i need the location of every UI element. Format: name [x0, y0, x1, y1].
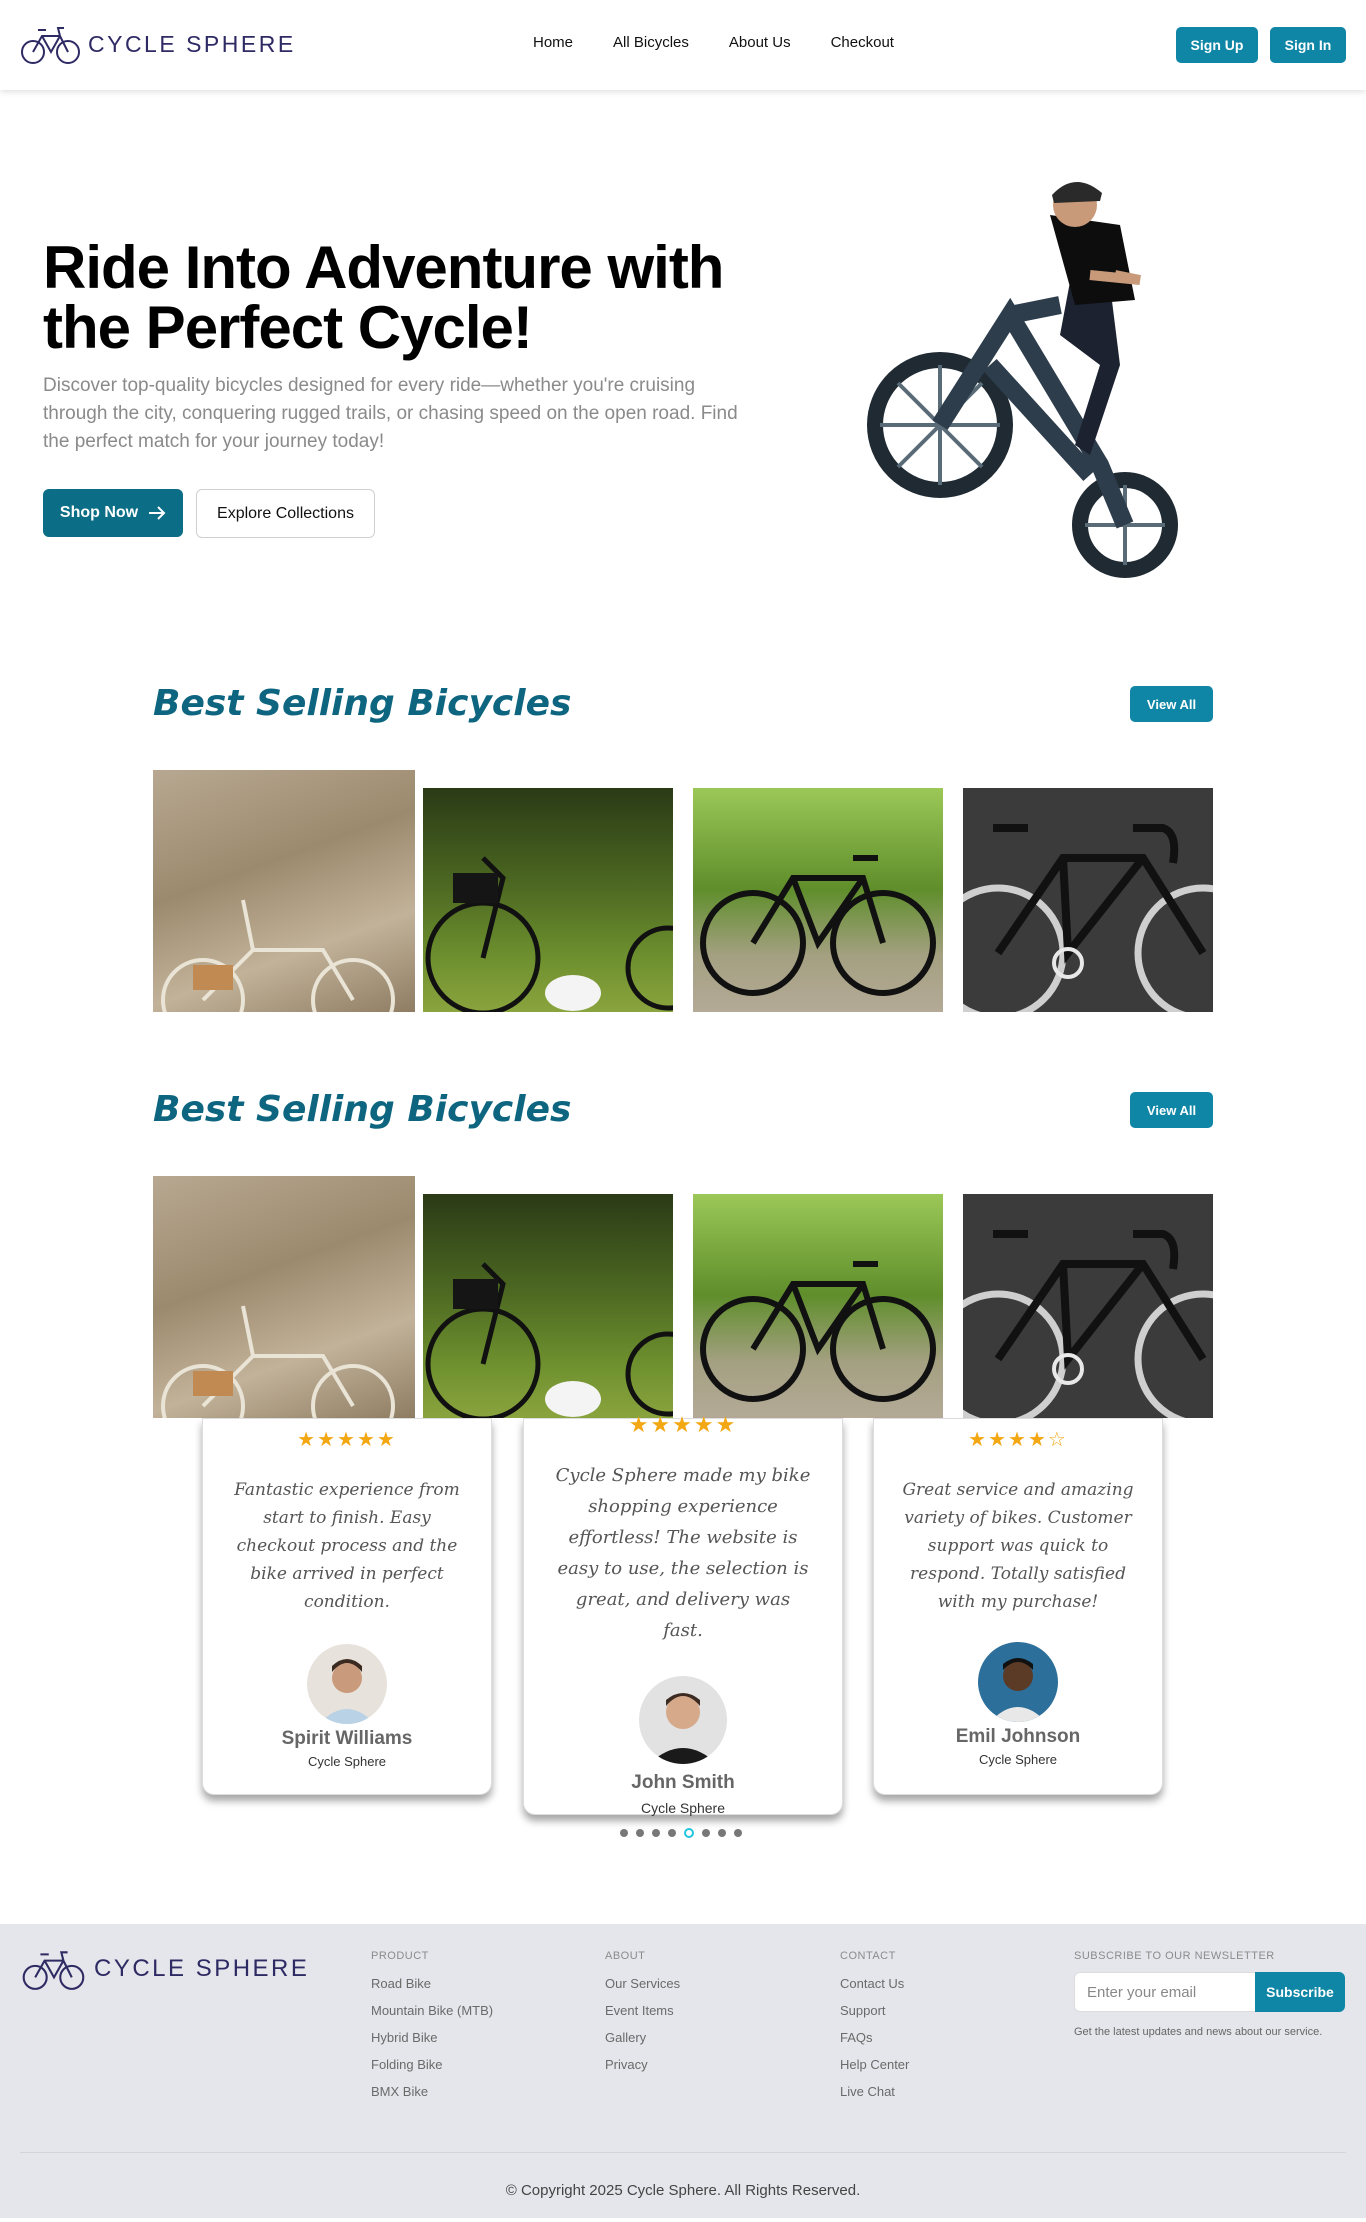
carousel-dot[interactable]	[636, 1829, 644, 1837]
footer-link[interactable]: Help Center	[840, 2057, 909, 2072]
footer-link[interactable]: FAQs	[840, 2030, 909, 2045]
carousel-dot[interactable]	[702, 1829, 710, 1837]
footer-link[interactable]: Hybrid Bike	[371, 2030, 493, 2045]
footer-link[interactable]: Folding Bike	[371, 2057, 493, 2072]
footer: CYCLE SPHERE PRODUCT Road Bike Mountain …	[0, 1924, 1366, 2218]
view-all-button-2[interactable]: View All	[1130, 1092, 1213, 1128]
footer-link[interactable]: Privacy	[605, 2057, 680, 2072]
footer-link[interactable]: Our Services	[605, 1976, 680, 1991]
carousel-dot[interactable]	[734, 1829, 742, 1837]
bicycle-photo[interactable]	[963, 788, 1213, 1012]
testimonial-card: ★★★★☆ Great service and amazing variety …	[873, 1418, 1163, 1795]
rating-stars: ★★★★★	[297, 1427, 397, 1451]
footer-heading: CONTACT	[840, 1950, 896, 1962]
footer-brand-name: CYCLE SPHERE	[94, 1955, 310, 1982]
nav-link-about-us[interactable]: About Us	[729, 34, 791, 51]
arrow-right-icon	[149, 506, 166, 520]
bicycle-photo[interactable]	[693, 1194, 943, 1418]
shop-now-label: Shop Now	[59, 504, 139, 521]
footer-product-column: PRODUCT Road Bike Mountain Bike (MTB) Hy…	[371, 1950, 493, 2111]
bicycle-photo[interactable]	[153, 770, 415, 1012]
footer-heading: ABOUT	[605, 1950, 646, 1962]
navbar: CYCLE SPHERE Home All Bicycles About Us …	[0, 0, 1366, 90]
carousel-dots	[620, 1828, 742, 1838]
avatar	[639, 1676, 727, 1764]
brand-name: CYCLE SPHERE	[88, 30, 296, 57]
footer-link[interactable]: Mountain Bike (MTB)	[371, 2003, 493, 2018]
explore-collections-button[interactable]: Explore Collections	[196, 489, 375, 538]
hero-cyclist-image	[867, 181, 1178, 578]
view-all-button[interactable]: View All	[1130, 686, 1213, 722]
footer-link[interactable]: BMX Bike	[371, 2084, 493, 2099]
footer-about-column: ABOUT Our Services Event Items Gallery P…	[605, 1950, 680, 2084]
footer-link[interactable]: Event Items	[605, 2003, 680, 2018]
bicycle-photo[interactable]	[423, 1194, 673, 1418]
testimonial-company: Cycle Sphere	[307, 1754, 387, 1769]
carousel-dot[interactable]	[718, 1829, 726, 1837]
sign-up-button[interactable]: Sign Up	[1176, 27, 1258, 63]
testimonial-name: Emil Johnson	[955, 1726, 1081, 1747]
brand-logo[interactable]: CYCLE SPHERE	[20, 22, 296, 66]
testimonial-quote: Great service and amazing variety of bik…	[902, 1480, 1134, 1612]
copyright: © Copyright 2025 Cycle Sphere. All Right…	[505, 2182, 861, 2199]
nav-link-all-bicycles[interactable]: All Bicycles	[613, 34, 689, 51]
nav-link-checkout[interactable]: Checkout	[831, 34, 894, 51]
nav-link-home[interactable]: Home	[533, 34, 573, 51]
bicycle-logo-icon	[22, 1951, 85, 1990]
bicycle-photo[interactable]	[963, 1194, 1213, 1418]
bicycle-photo[interactable]	[693, 788, 943, 1012]
testimonial-name: John Smith	[631, 1772, 735, 1793]
footer-heading: PRODUCT	[371, 1950, 429, 1962]
bicycle-photo[interactable]	[423, 788, 673, 1012]
newsletter-email-input[interactable]: Enter your email	[1074, 1972, 1256, 2012]
footer-link[interactable]: Live Chat	[840, 2084, 909, 2099]
testimonial-company: Cycle Sphere	[640, 1800, 726, 1816]
footer-divider	[20, 2152, 1346, 2153]
carousel-dot-active[interactable]	[684, 1828, 694, 1838]
newsletter-note: Get the latest updates and news about ou…	[1074, 2026, 1323, 2038]
footer-link[interactable]: Road Bike	[371, 1976, 493, 1991]
testimonial-card: ★★★★★ Fantastic experience from start to…	[202, 1418, 492, 1795]
carousel-dot[interactable]	[668, 1829, 676, 1837]
shop-now-button[interactable]: Shop Now	[43, 489, 183, 537]
avatar	[307, 1644, 387, 1724]
footer-link[interactable]: Support	[840, 2003, 909, 2018]
rating-stars: ★★★★★	[628, 1413, 738, 1438]
footer-link[interactable]: Contact Us	[840, 1976, 909, 1991]
footer-brand-logo[interactable]: CYCLE SPHERE	[20, 1946, 309, 1992]
testimonial-card-featured: ★★★★★ Cycle Sphere made my bike shopping…	[523, 1413, 843, 1816]
avatar	[978, 1642, 1058, 1722]
hero-title: Ride Into Adventure with the Perfect Cyc…	[43, 234, 724, 361]
testimonial-quote: Cycle Sphere made my bike shopping exper…	[555, 1465, 811, 1641]
testimonial-company: Cycle Sphere	[978, 1752, 1058, 1767]
testimonial-quote: Fantastic experience from start to finis…	[234, 1480, 460, 1612]
footer-contact-column: CONTACT Contact Us Support FAQs Help Cen…	[840, 1950, 909, 2111]
testimonial-name: Spirit Williams	[281, 1728, 413, 1749]
footer-link[interactable]: Gallery	[605, 2030, 680, 2045]
rating-stars: ★★★★☆	[968, 1427, 1068, 1451]
newsletter-heading: SUBSCRIBE TO OUR NEWSLETTER	[1074, 1950, 1275, 1962]
bicycle-photo[interactable]	[153, 1176, 415, 1418]
bicycle-logo-icon	[21, 27, 80, 64]
main-menu: Home All Bicycles About Us Checkout	[533, 34, 894, 51]
carousel-dot[interactable]	[652, 1829, 660, 1837]
best-selling-title: Best Selling Bicycles	[153, 683, 572, 724]
subscribe-button[interactable]: Subscribe	[1255, 1972, 1345, 2012]
best-selling-title-2: Best Selling Bicycles	[153, 1089, 572, 1130]
hero-description: Discover top-quality bicycles designed f…	[43, 375, 738, 452]
sign-in-button[interactable]: Sign In	[1270, 27, 1346, 63]
carousel-dot[interactable]	[620, 1829, 628, 1837]
